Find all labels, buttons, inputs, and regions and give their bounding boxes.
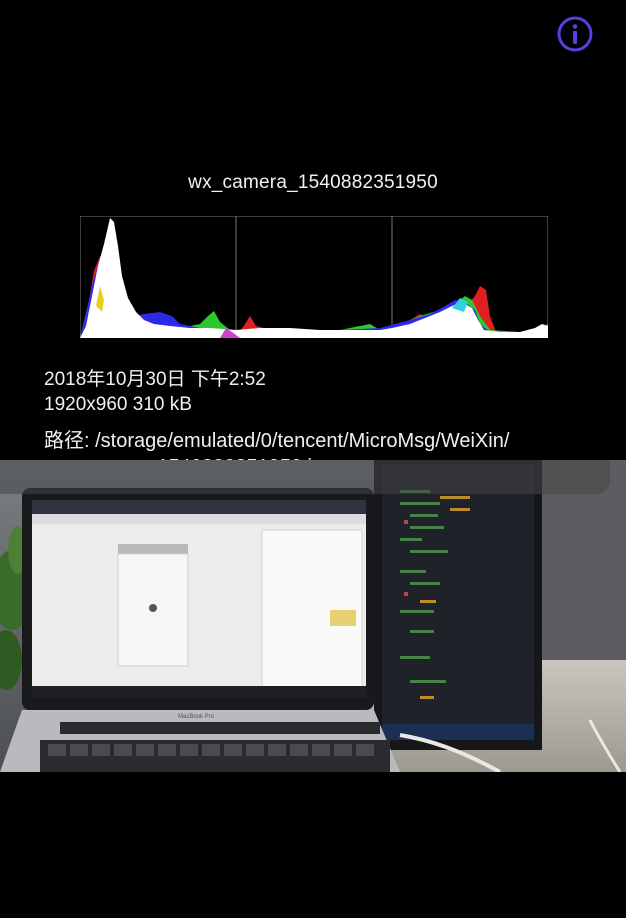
photo-dimensions-size: 1920x960 310 kB — [44, 394, 192, 415]
info-icon[interactable] — [556, 15, 594, 53]
photo-scene: MacBook Pro — [0, 460, 626, 772]
histogram-chart — [80, 216, 548, 338]
photo-monitor — [374, 460, 542, 750]
photo-laptop: MacBook Pro — [0, 488, 400, 772]
photo-datetime: 2018年10月30日 下午2:52 — [44, 369, 266, 390]
photo-info-overlay — [0, 460, 610, 494]
laptop-brand-text: MacBook Pro — [178, 714, 215, 720]
file-name: wx_camera_1540882351950 — [188, 172, 438, 193]
photo-path-line1: 路径: /storage/emulated/0/tencent/MicroMsg… — [44, 430, 510, 452]
photo-preview[interactable]: MacBook Pro — [0, 460, 626, 772]
